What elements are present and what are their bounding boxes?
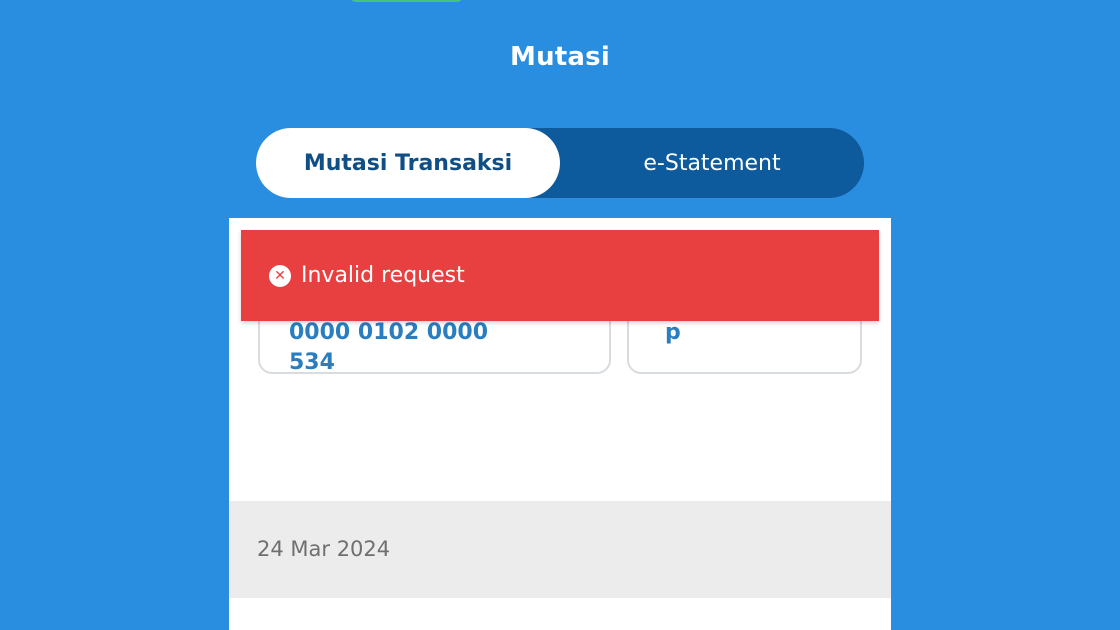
close-circle-icon: ✕ xyxy=(269,264,291,287)
tab-mutasi-transaksi[interactable]: Mutasi Transaksi xyxy=(256,128,560,198)
date-label: 24 Mar 2024 xyxy=(257,537,391,561)
account-number-line1: 0000 0102 0000 xyxy=(289,320,489,345)
top-pill-decoration xyxy=(350,0,463,2)
account-number-line2: 534 xyxy=(289,350,335,375)
page-title: Mutasi xyxy=(510,42,610,72)
toast-message: Invalid request xyxy=(301,263,465,288)
filter-card-text: p xyxy=(665,320,681,345)
date-group-header: 24 Mar 2024 xyxy=(229,501,891,598)
tab-e-statement[interactable]: e-Statement xyxy=(560,128,864,198)
error-toast[interactable]: ✕ Invalid request xyxy=(241,230,879,321)
tab-switcher: Mutasi Transaksi e-Statement xyxy=(256,128,864,198)
